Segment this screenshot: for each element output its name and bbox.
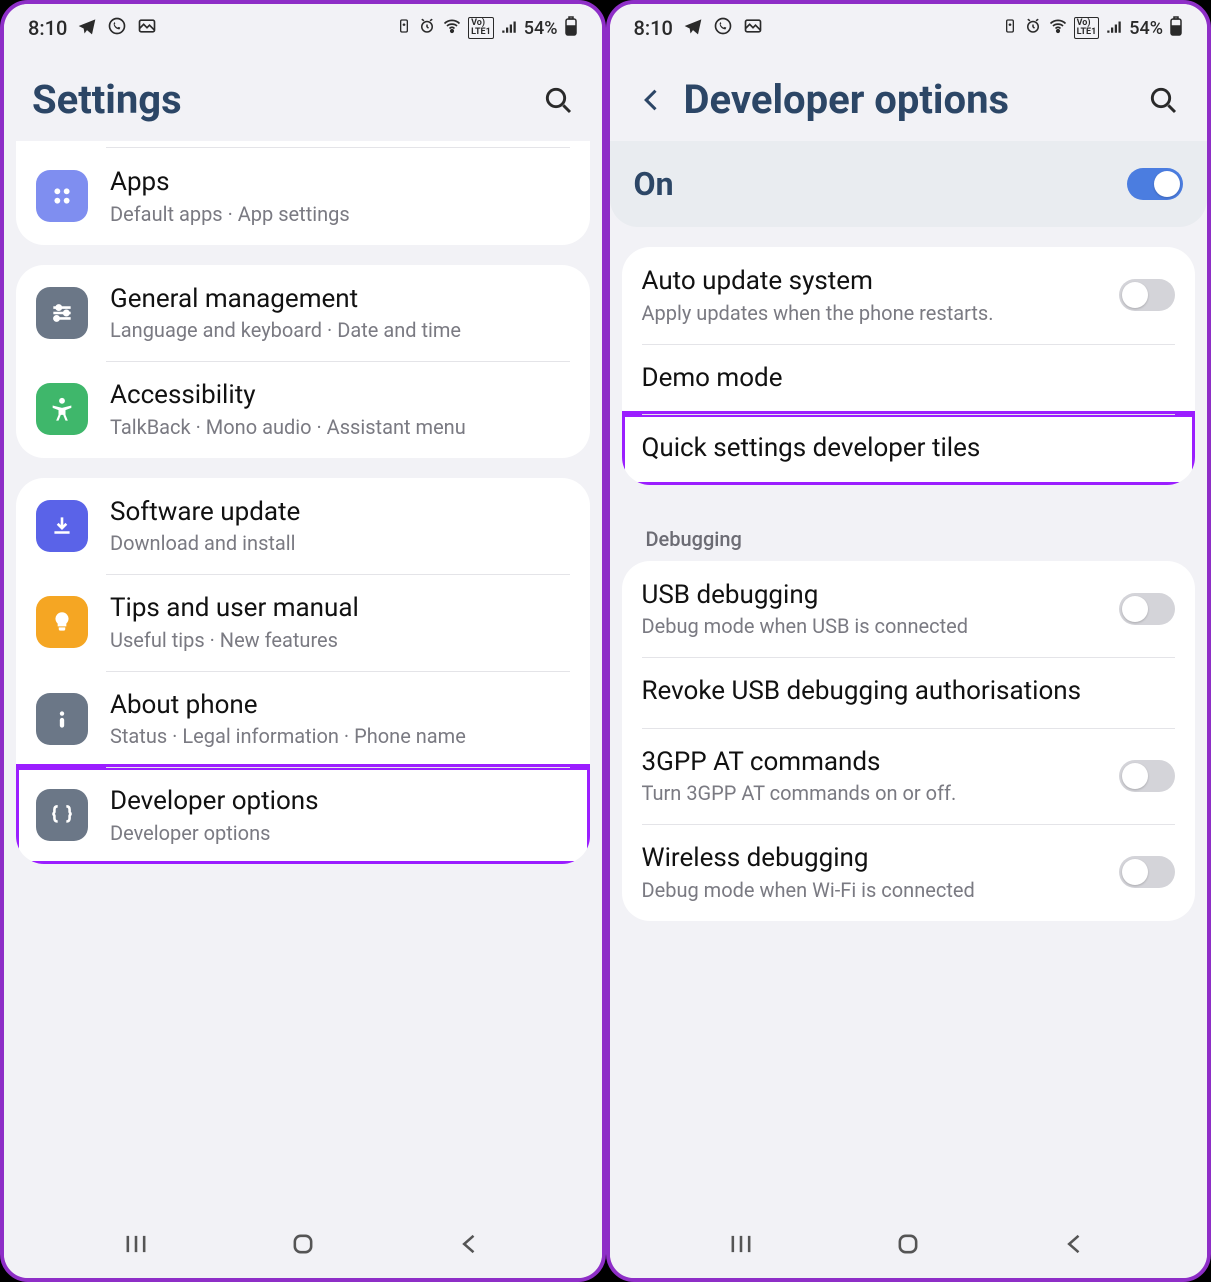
alarm-icon — [418, 17, 436, 40]
item-revoke-usb[interactable]: Revoke USB debugging authorisations — [622, 657, 1196, 728]
navbar — [4, 1214, 602, 1278]
item-subtitle: Status · Legal information · Phone name — [110, 723, 570, 749]
item-3gpp-at[interactable]: 3GPP AT commands Turn 3GPP AT commands o… — [622, 728, 1196, 825]
settings-item-apps[interactable]: Apps Default apps · App settings — [16, 148, 590, 245]
info-icon — [36, 693, 88, 745]
signal-icon — [500, 17, 518, 40]
settings-item-developer-options[interactable]: Developer options Developer options — [16, 767, 590, 864]
apps-icon — [36, 170, 88, 222]
item-subtitle: Turn 3GPP AT commands on or off. — [642, 780, 1098, 806]
master-toggle-label: On — [634, 165, 1128, 203]
item-title: Accessibility — [110, 379, 570, 412]
nav-home[interactable] — [289, 1230, 317, 1262]
item-subtitle: Debug mode when USB is connected — [642, 613, 1098, 639]
sliders-icon — [36, 287, 88, 339]
statusbar: 8:10 Vo)LTE1 54% — [4, 4, 602, 52]
nav-recents[interactable] — [122, 1230, 150, 1262]
item-subtitle: Apply updates when the phone restarts. — [642, 300, 1098, 326]
gallery-icon — [743, 16, 763, 41]
settings-item-about[interactable]: About phone Status · Legal information ·… — [16, 671, 590, 768]
item-usb-debugging[interactable]: USB debugging Debug mode when USB is con… — [622, 561, 1196, 658]
item-title: Wireless debugging — [642, 842, 1098, 875]
settings-item-accessibility[interactable]: Accessibility TalkBack · Mono audio · As… — [16, 361, 590, 458]
item-title: General management — [110, 283, 570, 316]
nav-recents[interactable] — [727, 1230, 755, 1262]
navbar — [610, 1214, 1208, 1278]
toggle-wireless-debugging[interactable] — [1119, 856, 1175, 888]
item-title: 3GPP AT commands — [642, 746, 1098, 779]
braces-icon — [36, 789, 88, 841]
page-title: Developer options — [684, 76, 1130, 123]
battery-saver-icon — [396, 18, 412, 39]
phone-left: 8:10 Vo)LTE1 54% Settings — [0, 0, 606, 1282]
item-subtitle: TalkBack · Mono audio · Assistant menu — [110, 414, 570, 440]
telegram-icon — [77, 16, 97, 41]
toggle-3gpp-at[interactable] — [1119, 760, 1175, 792]
alarm-icon — [1024, 17, 1042, 40]
settings-list: Apps Default apps · App settings General… — [4, 141, 602, 1214]
master-toggle-switch[interactable] — [1127, 168, 1183, 200]
phone-right: 8:10 Vo)LTE1 54% Developer options On — [606, 0, 1211, 1282]
nav-home[interactable] — [894, 1230, 922, 1262]
item-demo-mode[interactable]: Demo mode — [622, 344, 1196, 415]
item-title: Tips and user manual — [110, 592, 570, 625]
header: Settings — [4, 52, 602, 141]
page-title: Settings — [32, 76, 524, 123]
signal-icon — [1105, 17, 1123, 40]
settings-item-general[interactable]: General management Language and keyboard… — [16, 265, 590, 362]
item-title: Apps — [110, 166, 570, 199]
section-header-debugging: Debugging — [622, 505, 1196, 561]
item-subtitle: Default apps · App settings — [110, 201, 570, 227]
volte-icon: Vo)LTE1 — [468, 17, 494, 39]
search-button[interactable] — [542, 84, 574, 116]
search-button[interactable] — [1147, 84, 1179, 116]
whatsapp-icon — [107, 16, 127, 41]
nav-back[interactable] — [1061, 1230, 1089, 1262]
settings-item-tips[interactable]: Tips and user manual Useful tips · New f… — [16, 574, 590, 671]
item-title: USB debugging — [642, 579, 1098, 612]
developer-options-list: Auto update system Apply updates when th… — [610, 247, 1208, 1214]
toggle-auto-update[interactable] — [1119, 279, 1175, 311]
nav-back[interactable] — [456, 1230, 484, 1262]
status-time: 8:10 — [28, 16, 67, 40]
header: Developer options — [610, 52, 1208, 141]
statusbar: 8:10 Vo)LTE1 54% — [610, 4, 1208, 52]
battery-percent: 54% — [524, 18, 558, 39]
battery-icon — [564, 16, 578, 41]
item-title: About phone — [110, 689, 570, 722]
item-subtitle: Debug mode when Wi-Fi is connected — [642, 877, 1098, 903]
whatsapp-icon — [713, 16, 733, 41]
item-wireless-debugging[interactable]: Wireless debugging Debug mode when Wi-Fi… — [622, 824, 1196, 921]
wifi-icon — [1048, 16, 1068, 41]
settings-item-update[interactable]: Software update Download and install — [16, 478, 590, 575]
gallery-icon — [137, 16, 157, 41]
item-auto-update[interactable]: Auto update system Apply updates when th… — [622, 247, 1196, 344]
status-time: 8:10 — [634, 16, 673, 40]
battery-percent: 54% — [1129, 18, 1163, 39]
back-button[interactable] — [638, 86, 666, 114]
toggle-usb-debugging[interactable] — [1119, 593, 1175, 625]
lightbulb-icon — [36, 596, 88, 648]
accessibility-icon — [36, 383, 88, 435]
item-title: Auto update system — [642, 265, 1098, 298]
item-title: Demo mode — [642, 362, 1176, 395]
item-title: Revoke USB debugging authorisations — [642, 675, 1176, 708]
item-subtitle: Developer options — [110, 820, 570, 846]
download-icon — [36, 500, 88, 552]
item-title: Quick settings developer tiles — [642, 432, 1176, 465]
battery-icon — [1169, 16, 1183, 41]
telegram-icon — [683, 16, 703, 41]
item-title: Developer options — [110, 785, 570, 818]
wifi-icon — [442, 16, 462, 41]
item-subtitle: Language and keyboard · Date and time — [110, 317, 570, 343]
item-subtitle: Useful tips · New features — [110, 627, 570, 653]
battery-saver-icon — [1002, 18, 1018, 39]
item-title: Software update — [110, 496, 570, 529]
item-quick-settings-tiles[interactable]: Quick settings developer tiles — [622, 414, 1196, 485]
master-toggle[interactable]: On — [610, 141, 1208, 227]
item-subtitle: Download and install — [110, 530, 570, 556]
volte-icon: Vo)LTE1 — [1074, 17, 1100, 39]
